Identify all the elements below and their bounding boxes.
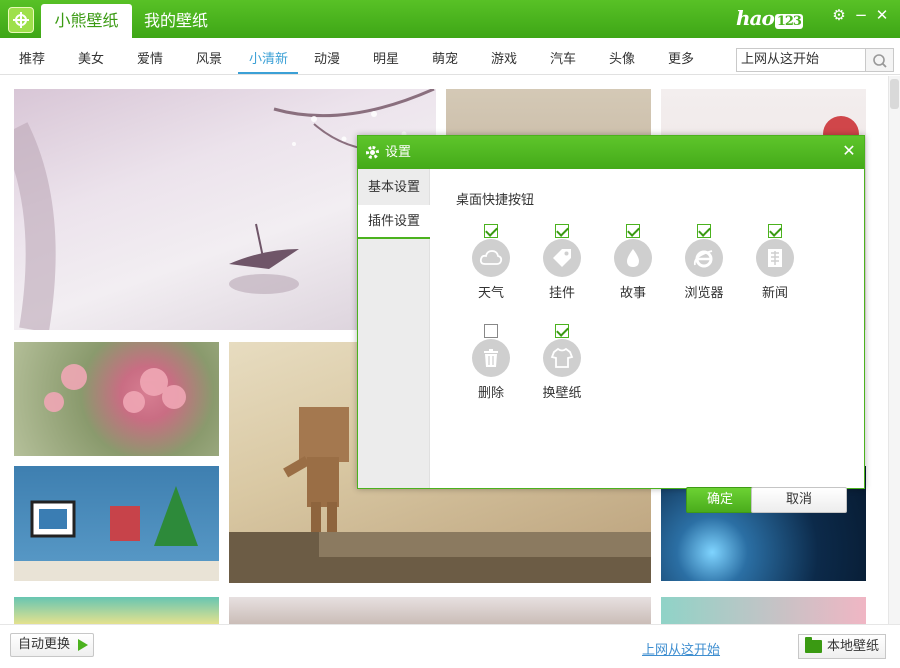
bottom-bar: 自动更换 上网从这开始 本地壁纸: [0, 624, 900, 668]
nav-item-pets[interactable]: 萌宠: [432, 48, 458, 67]
play-icon: [78, 639, 88, 651]
scroll-thumb[interactable]: [890, 79, 899, 109]
nav-item-beauty[interactable]: 美女: [78, 48, 104, 67]
nav-item-anime[interactable]: 动漫: [314, 48, 340, 67]
trash-icon: [484, 349, 498, 367]
plugin-settings-panel: 桌面快捷按钮 天气 挂件 故事 浏览器 新闻 删除 换壁纸 确定 取消: [431, 169, 864, 513]
search-button[interactable]: [866, 48, 894, 72]
story-checkbox[interactable]: [626, 224, 640, 238]
homepage-link[interactable]: 上网从这开始: [642, 639, 720, 658]
tab-plugin-settings[interactable]: 插件设置: [358, 205, 430, 239]
news-checkbox[interactable]: [768, 224, 782, 238]
plugin-change-wallpaper: 换壁纸: [527, 324, 597, 404]
plugin-label: 挂件: [548, 286, 575, 301]
plugin-news: 新闻: [740, 224, 810, 304]
nav-item-cars[interactable]: 汽车: [550, 48, 576, 67]
nav-item-avatar[interactable]: 头像: [609, 48, 635, 67]
wallpaper-thumbnail[interactable]: [14, 597, 219, 624]
plugin-icon-button[interactable]: [685, 239, 723, 277]
close-icon[interactable]: ✕: [873, 6, 891, 24]
plugin-weather: 天气: [456, 224, 526, 304]
nav-item-love[interactable]: 爱情: [137, 48, 163, 67]
title-bar: 小熊壁纸 我的壁纸 hao 123 ⚙ − ✕: [0, 0, 900, 38]
hao123-logo[interactable]: hao 123: [736, 6, 808, 30]
tag-icon: [553, 249, 571, 267]
dialog-close-icon[interactable]: ✕: [839, 141, 859, 161]
wallpaper-thumbnail[interactable]: [14, 342, 219, 456]
brand-number: 123: [774, 14, 803, 29]
plugin-label: 新闻: [761, 286, 788, 301]
plugin-icon-button[interactable]: [472, 339, 510, 377]
settings-dialog: 设置 ✕ 基本设置 插件设置 桌面快捷按钮 天气 挂件 故事 浏览器 新闻 删除…: [357, 135, 865, 513]
tab-my-wallpaper[interactable]: 我的壁纸: [144, 4, 208, 38]
search-icon: [873, 54, 887, 68]
wallpaper-thumbnail[interactable]: [14, 466, 219, 581]
weather-checkbox[interactable]: [484, 224, 498, 238]
plugin-label: 删除: [477, 386, 504, 401]
cancel-button[interactable]: 取消: [751, 487, 847, 513]
nav-item-stars[interactable]: 明星: [373, 48, 399, 67]
plugin-browser: 浏览器: [669, 224, 739, 304]
tab-xiaoxiong-wallpaper[interactable]: 小熊壁纸: [41, 4, 132, 38]
nav-item-games[interactable]: 游戏: [491, 48, 517, 67]
tab-basic-settings[interactable]: 基本设置: [358, 171, 430, 205]
category-nav: 推荐 美女 爱情 风景 小清新 动漫 明星 萌宠 游戏 汽车 头像 更多 上网从…: [0, 38, 900, 75]
wallpaper-thumbnail[interactable]: [229, 597, 651, 624]
nav-item-scenery[interactable]: 风景: [196, 48, 222, 67]
delete-checkbox[interactable]: [484, 324, 498, 338]
shirt-icon: [550, 347, 574, 368]
plugin-label: 浏览器: [684, 286, 724, 301]
auto-change-button[interactable]: 自动更换: [10, 633, 94, 657]
cloud-icon: [479, 250, 503, 265]
settings-sidebar: 基本设置 插件设置: [358, 169, 430, 488]
dialog-title: 设置: [385, 145, 412, 160]
ie-icon: [693, 250, 713, 268]
plugin-label: 换壁纸: [542, 386, 582, 401]
dialog-title-bar: 设置: [358, 136, 864, 169]
local-wallpaper-button[interactable]: 本地壁纸: [798, 634, 886, 659]
drop-icon: [627, 249, 639, 267]
minimize-icon[interactable]: −: [852, 6, 870, 24]
section-title: 桌面快捷按钮: [456, 193, 535, 208]
auto-change-label: 自动更换: [18, 637, 71, 652]
vertical-scrollbar[interactable]: [888, 76, 900, 624]
plugin-icon-button[interactable]: [472, 239, 510, 277]
nav-item-fresh[interactable]: 小清新: [249, 48, 288, 67]
wallpaper-thumbnail[interactable]: [661, 597, 866, 624]
news-icon: [768, 249, 782, 267]
plugin-delete: 删除: [456, 324, 526, 404]
plugin-icon-button[interactable]: [756, 239, 794, 277]
nav-item-recommend[interactable]: 推荐: [19, 48, 45, 67]
plugin-story: 故事: [598, 224, 668, 304]
app-logo-icon: [8, 7, 34, 33]
nav-item-more[interactable]: 更多: [668, 48, 694, 67]
folder-icon: [805, 637, 822, 653]
search-input[interactable]: 上网从这开始: [736, 48, 866, 72]
confirm-button[interactable]: 确定: [686, 487, 754, 513]
plugin-icon-button[interactable]: [614, 239, 652, 277]
settings-gear-icon[interactable]: ⚙: [830, 6, 848, 24]
gear-icon: [366, 146, 379, 159]
active-tab-indicator: [238, 72, 298, 74]
local-wallpaper-label: 本地壁纸: [827, 639, 880, 654]
plugin-icon-button[interactable]: [543, 339, 581, 377]
plugin-label: 故事: [619, 286, 646, 301]
plugin-widget: 挂件: [527, 224, 597, 304]
brand-text: hao: [736, 6, 775, 30]
change-wallpaper-checkbox[interactable]: [555, 324, 569, 338]
widget-checkbox[interactable]: [555, 224, 569, 238]
plugin-label: 天气: [477, 286, 504, 301]
plugin-icon-button[interactable]: [543, 239, 581, 277]
browser-checkbox[interactable]: [697, 224, 711, 238]
